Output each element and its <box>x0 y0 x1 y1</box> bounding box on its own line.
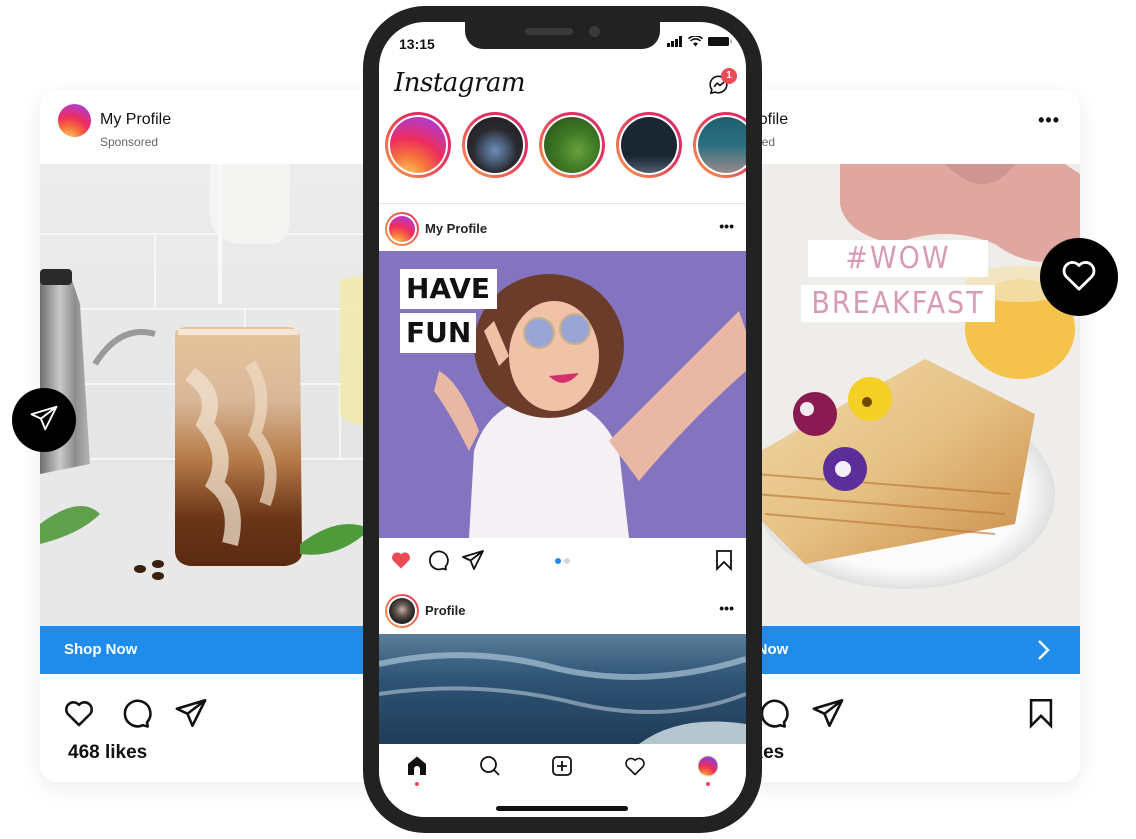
post-actions <box>379 538 746 582</box>
more-options-icon[interactable]: ••• <box>1038 110 1060 131</box>
new-post-tab-icon[interactable] <box>550 754 574 778</box>
share-icon[interactable] <box>174 696 208 730</box>
floating-like-button[interactable] <box>1040 238 1118 316</box>
share-icon[interactable] <box>811 696 845 730</box>
bottom-tab-bar <box>379 744 746 817</box>
post-image[interactable] <box>379 634 746 744</box>
likes-count: 468 likes <box>68 742 148 763</box>
wifi-icon <box>687 34 704 52</box>
phone-screen: 13:15 Instagram 1 My Profile ••• HAVE FU… <box>379 22 746 817</box>
home-active-dot <box>415 782 419 786</box>
ad-image-iced-coffee[interactable] <box>40 164 380 626</box>
post-header: My Profile ••• <box>379 206 746 252</box>
bookmark-icon[interactable] <box>1024 696 1058 730</box>
story-avatar[interactable] <box>385 112 451 178</box>
notch <box>465 22 660 49</box>
stories-row <box>385 112 746 180</box>
card-header: My Profile Sponsored ••• <box>745 90 1080 164</box>
more-options-icon[interactable]: ••• <box>719 218 734 234</box>
avatar[interactable] <box>385 212 419 246</box>
send-icon <box>29 403 59 438</box>
story-avatar[interactable] <box>539 112 605 178</box>
chevron-right-icon <box>1034 638 1052 662</box>
divider <box>379 203 746 204</box>
share-icon[interactable] <box>461 548 485 572</box>
search-tab-icon[interactable] <box>478 754 502 778</box>
carousel-dot-active <box>555 558 561 564</box>
shop-now-button[interactable]: Shop Now <box>40 626 380 674</box>
shop-now-button[interactable]: Shop Now <box>745 626 1080 674</box>
liked-heart-icon[interactable] <box>389 548 413 572</box>
status-icons <box>667 34 732 52</box>
carousel-indicator <box>555 558 570 564</box>
overlay-text-wow: #WOW <box>808 240 988 277</box>
left-ad-card: My Profile Sponsored Shop Now 468 likes <box>40 90 380 782</box>
story-avatar[interactable] <box>693 112 746 178</box>
overlay-text-have: HAVE <box>400 269 497 309</box>
carousel-dot <box>564 558 570 564</box>
sponsored-label: Sponsored <box>100 135 159 149</box>
post-profile-name[interactable]: Profile <box>425 603 465 618</box>
ad-image-crepes[interactable]: #WOW BREAKFAST <box>745 164 1080 626</box>
profile-name[interactable]: My Profile <box>100 111 171 129</box>
status-time: 13:15 <box>399 36 435 52</box>
post-header: Profile ••• <box>379 588 746 634</box>
instagram-logo[interactable]: Instagram <box>394 68 526 98</box>
avatar[interactable] <box>385 594 419 628</box>
notification-badge: 1 <box>721 68 737 84</box>
profile-notification-dot <box>706 782 710 786</box>
post-profile-name[interactable]: My Profile <box>425 221 487 236</box>
overlay-text-fun: FUN <box>400 313 476 353</box>
phone-frame: 13:15 Instagram 1 My Profile ••• HAVE FU… <box>363 6 762 833</box>
right-ad-card: My Profile Sponsored ••• <box>745 90 1080 782</box>
heart-icon <box>1059 255 1099 300</box>
story-avatar[interactable] <box>616 112 682 178</box>
like-icon[interactable] <box>62 696 96 730</box>
shop-now-label: Shop Now <box>64 641 138 658</box>
home-indicator <box>496 806 628 811</box>
comment-icon[interactable] <box>425 548 449 572</box>
overlay-text-breakfast: BREAKFAST <box>801 285 995 322</box>
post-image[interactable]: HAVE FUN <box>379 251 746 538</box>
profile-tab-avatar[interactable] <box>696 754 720 778</box>
story-avatar[interactable] <box>462 112 528 178</box>
comment-icon[interactable] <box>118 696 152 730</box>
signal-icon <box>667 34 683 52</box>
avatar[interactable] <box>58 104 91 137</box>
more-options-icon[interactable]: ••• <box>719 600 734 616</box>
home-tab-icon[interactable] <box>405 754 429 778</box>
battery-icon <box>708 34 732 52</box>
card-header: My Profile Sponsored <box>40 90 380 164</box>
activity-tab-icon[interactable] <box>623 754 647 778</box>
floating-send-button[interactable] <box>12 388 76 452</box>
bookmark-icon[interactable] <box>712 548 736 572</box>
